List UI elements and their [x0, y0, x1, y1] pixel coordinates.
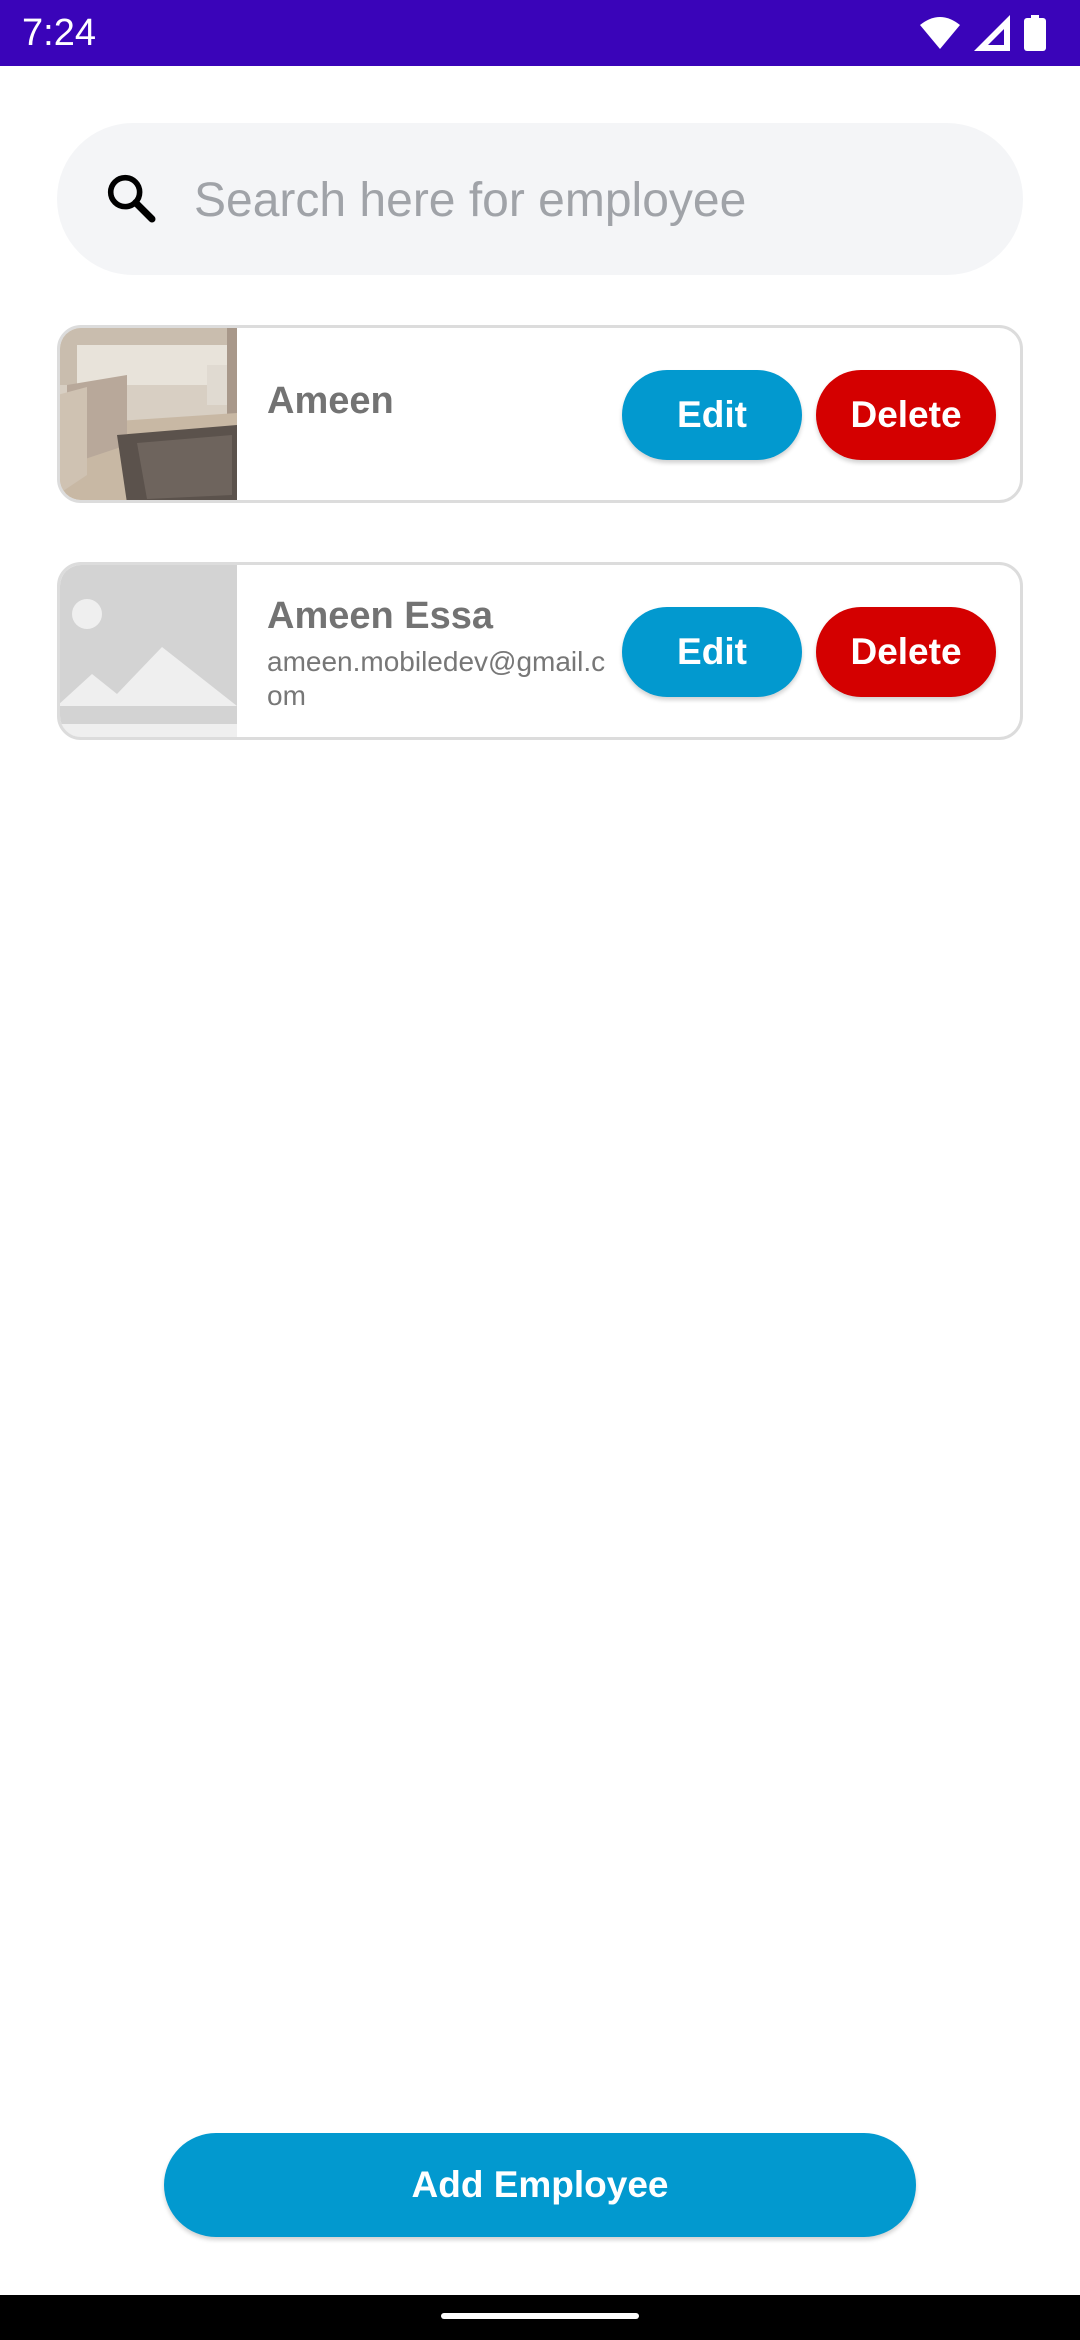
edit-button[interactable]: Edit [622, 370, 802, 460]
signal-icon [974, 15, 1010, 51]
battery-icon [1024, 15, 1046, 51]
status-time: 7:24 [22, 12, 96, 54]
status-bar: 7:24 [0, 0, 1080, 66]
living-room-photo [60, 328, 237, 500]
employee-email: ameen.mobiledev@gmail.com [267, 646, 606, 711]
employee-photo [60, 565, 237, 737]
navigation-bar [0, 2295, 1080, 2340]
employee-name: Ameen [267, 380, 394, 422]
delete-button[interactable]: Delete [816, 607, 996, 697]
search-input[interactable] [194, 150, 974, 250]
employee-card: Ameen Edit Delete [57, 325, 1023, 503]
wifi-icon [920, 17, 960, 49]
status-icons [920, 14, 1046, 52]
employee-name: Ameen Essa [267, 595, 494, 637]
home-gesture-handle[interactable] [441, 2313, 639, 2319]
add-employee-button[interactable]: Add Employee [164, 2133, 916, 2237]
image-placeholder-icon [60, 565, 237, 737]
search-icon[interactable] [103, 170, 159, 226]
employee-card: Ameen Essa ameen.mobiledev@gmail.com Edi… [57, 562, 1023, 740]
delete-button[interactable]: Delete [816, 370, 996, 460]
edit-button[interactable]: Edit [622, 607, 802, 697]
employee-photo [60, 328, 237, 500]
